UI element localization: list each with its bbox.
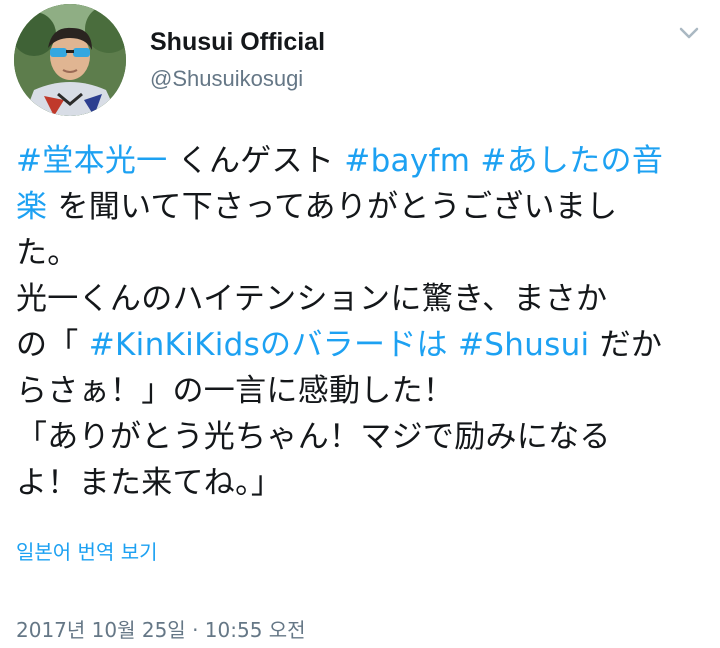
tweet-text-segment bbox=[470, 143, 480, 179]
hashtag-link[interactable]: #Shusui bbox=[458, 327, 589, 363]
timestamp[interactable]: 2017년 10월 25일 · 10:55 오전 bbox=[16, 614, 306, 643]
profile-photo-icon bbox=[14, 4, 126, 116]
hashtag-link[interactable]: #あしたの音 bbox=[480, 143, 663, 179]
tweet-line: 光一くんのハイテンションに驚き、まさか bbox=[16, 276, 706, 322]
hashtag-link[interactable]: #bayfm bbox=[344, 143, 470, 179]
tweet-text-segment: 光一くんのハイテンションに驚き、まさか bbox=[16, 281, 608, 317]
tweet-text-segment: よ！また来てね。」 bbox=[16, 465, 283, 501]
hashtag-link[interactable]: 楽 bbox=[16, 189, 47, 225]
tweet-line: 「ありがとう光ちゃん！マジで励みになる bbox=[16, 414, 706, 460]
avatar[interactable] bbox=[14, 4, 126, 116]
tweet-text-segment: だか bbox=[589, 327, 663, 363]
user-handle[interactable]: @Shusuikosugi bbox=[150, 66, 303, 92]
hashtag-link[interactable]: #KinKiKidsのバラードは bbox=[89, 327, 448, 363]
tweet-text-segment: の「 bbox=[16, 327, 89, 363]
tweet-text-segment bbox=[448, 327, 458, 363]
hashtag-link[interactable]: #堂本光一 bbox=[16, 143, 167, 179]
tweet-line: よ！また来てね。」 bbox=[16, 460, 706, 506]
tweet-line: らさぁ！」の一言に感動した！ bbox=[16, 368, 706, 414]
display-name[interactable]: Shusui Official bbox=[150, 28, 325, 57]
tweet-text-segment: 「ありがとう光ちゃん！マジで励みになる bbox=[16, 419, 611, 455]
tweet-line: の「 #KinKiKidsのバラードは #Shusui だか bbox=[16, 322, 706, 368]
tweet-line: 楽 を聞いて下さってありがとうございまし bbox=[16, 184, 706, 230]
tweet-text-segment: らさぁ！」の一言に感動した！ bbox=[16, 373, 455, 409]
chevron-down-icon[interactable] bbox=[676, 22, 702, 44]
tweet-text: #堂本光一 くんゲスト #bayfm #あしたの音楽 を聞いて下さってありがとう… bbox=[16, 138, 706, 506]
tweet-text-segment: を聞いて下さってありがとうございまし bbox=[47, 189, 618, 225]
tweet-text-segment: た。 bbox=[16, 235, 79, 271]
tweet-line: た。 bbox=[16, 230, 706, 276]
tweet-line: #堂本光一 くんゲスト #bayfm #あしたの音 bbox=[16, 138, 706, 184]
tweet-card: Shusui Official @Shusuikosugi #堂本光一 くんゲス… bbox=[0, 0, 720, 648]
translate-link[interactable]: 일본어 번역 보기 bbox=[16, 536, 158, 565]
tweet-text-segment: くんゲスト bbox=[167, 143, 345, 179]
